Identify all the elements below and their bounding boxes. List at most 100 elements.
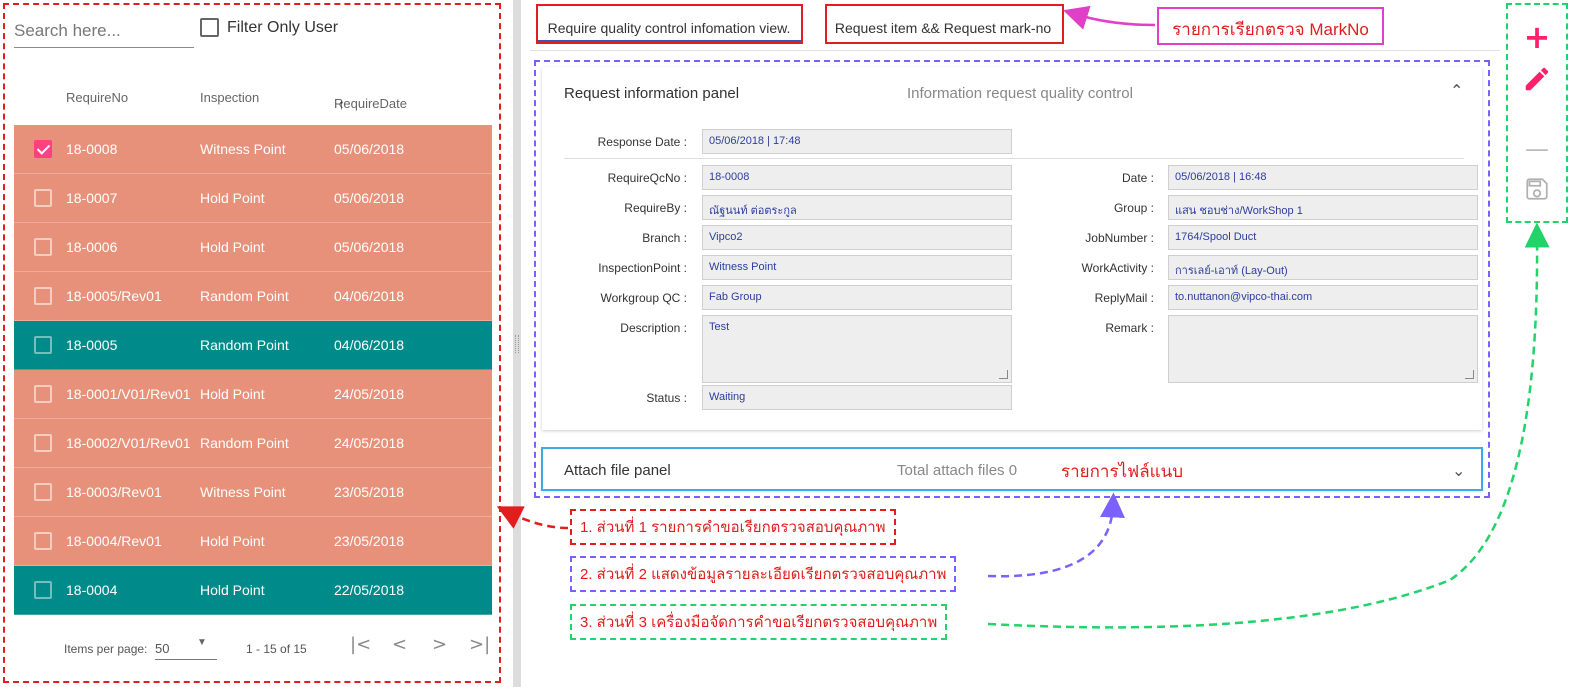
date-field[interactable]: 05/06/2018 | 16:48 xyxy=(1168,165,1478,190)
table-row[interactable]: 18-0003/Rev01 Witness Point 23/05/2018 xyxy=(14,468,492,517)
job-number-field[interactable]: 1764/Spool Duct xyxy=(1168,225,1478,250)
panel-title[interactable]: Request information panel xyxy=(564,85,739,102)
status-field[interactable]: Waiting xyxy=(702,385,1012,410)
annotation-markno-note: รายการเรียกตรวจ MarkNo xyxy=(1157,7,1384,45)
remark-field[interactable] xyxy=(1168,315,1478,383)
response-date-label: Response Date : xyxy=(597,135,687,149)
paginator: Items per page: 50 ▼ 1 - 15 of 15 |< < >… xyxy=(14,628,492,668)
table-row[interactable]: 18-0008 Witness Point 05/06/2018 xyxy=(14,125,492,174)
chevron-down-icon[interactable]: ⌄ xyxy=(1452,461,1465,481)
chevron-up-icon[interactable]: ⌃ xyxy=(1450,81,1463,101)
pencil-icon[interactable] xyxy=(1522,64,1552,94)
items-per-page-select[interactable]: 50 xyxy=(155,636,217,660)
attach-panel-description: Total attach files 0 xyxy=(897,462,1018,479)
require-by-field[interactable]: ณัฐนนท์ ต่อตระกูล xyxy=(702,195,1012,220)
require-qc-no-field[interactable]: 18-0008 xyxy=(702,165,1012,190)
branch-field[interactable]: Vipco2 xyxy=(702,225,1012,250)
response-date-field[interactable]: 05/06/2018 | 17:48 xyxy=(702,129,1012,154)
workgroup-qc-label: Workgroup QC : xyxy=(600,291,687,305)
status-label: Status : xyxy=(646,391,687,405)
chevron-down-icon: ▼ xyxy=(197,637,207,648)
require-list-panel: Filter Only User RequireNo Inspection Re… xyxy=(0,0,504,687)
row-require-date: 05/06/2018 xyxy=(334,141,405,157)
row-checkbox[interactable] xyxy=(34,336,52,354)
prev-page-icon[interactable]: < xyxy=(392,634,407,655)
row-inspection: Random Point xyxy=(200,435,289,451)
row-require-no: 18-0004 xyxy=(66,582,118,598)
row-checkbox[interactable] xyxy=(34,532,52,550)
row-require-date: 05/06/2018 xyxy=(334,190,405,206)
items-per-page-label: Items per page: xyxy=(64,642,148,656)
row-inspection: Hold Point xyxy=(200,582,265,598)
row-require-date: 23/05/2018 xyxy=(334,484,405,500)
sort-arrow-icon: ↑ xyxy=(338,96,345,112)
pencil-icon-svg xyxy=(1525,67,1549,91)
divider xyxy=(564,158,1464,159)
table-row[interactable]: 18-0004/Rev01 Hold Point 23/05/2018 xyxy=(14,517,492,566)
row-checkbox[interactable] xyxy=(34,238,52,256)
splitter-grip[interactable] xyxy=(515,335,519,353)
table-row[interactable]: 18-0005/Rev01 Random Point 04/06/2018 xyxy=(14,272,492,321)
annotation-attach-note: รายการไฟล์แนบ xyxy=(1061,462,1183,481)
row-require-no: 18-0006 xyxy=(66,239,118,255)
filter-only-user[interactable]: Filter Only User xyxy=(200,18,338,37)
table-row[interactable]: 18-0005 Random Point 04/06/2018 xyxy=(14,321,492,370)
date-label: Date : xyxy=(1121,171,1154,185)
plus-icon[interactable]: + xyxy=(1522,21,1552,53)
row-inspection: Hold Point xyxy=(200,386,265,402)
reply-mail-field[interactable]: to.nuttanon@vipco-thai.com xyxy=(1168,285,1478,310)
search-input[interactable] xyxy=(14,14,194,48)
page-range: 1 - 15 of 15 xyxy=(246,642,307,656)
table-row[interactable]: 18-0004 Hold Point 22/05/2018 xyxy=(14,566,492,615)
table-row[interactable]: 18-0002/V01/Rev01 Random Point 24/05/2018 xyxy=(14,419,492,468)
row-checkbox[interactable] xyxy=(34,189,52,207)
floppy-icon[interactable] xyxy=(1522,176,1552,206)
table-row[interactable]: 18-0006 Hold Point 05/06/2018 xyxy=(14,223,492,272)
inspection-point-label: InspectionPoint : xyxy=(598,261,687,275)
group-field[interactable]: แสน ชอบช่าง/WorkShop 1 xyxy=(1168,195,1478,220)
table-row[interactable]: 18-0001/V01/Rev01 Hold Point 24/05/2018 xyxy=(14,370,492,419)
items-per-page-value: 50 xyxy=(155,641,170,656)
annotation-part1-note: 1. ส่วนที่ 1 รายการคำขอเรียกตรวจสอบคุณภา… xyxy=(570,509,896,545)
annotation-part3-note: 3. ส่วนที่ 3 เครื่องมือจัดการคำขอเรียกตร… xyxy=(570,604,948,640)
row-checkbox[interactable] xyxy=(34,287,52,305)
remark-label: Remark : xyxy=(1105,321,1154,335)
action-toolbar: + — xyxy=(1508,4,1566,222)
row-inspection: Witness Point xyxy=(200,484,286,500)
tab-require-qc-view[interactable]: Require quality control infomation view. xyxy=(536,12,802,42)
work-activity-field[interactable]: การเลย์-เอาท์ (Lay-Out) xyxy=(1168,255,1478,280)
minus-icon[interactable]: — xyxy=(1522,134,1552,164)
row-require-date: 22/05/2018 xyxy=(334,582,405,598)
attach-file-panel[interactable]: Attach file panel Total attach files 0 ⌄ xyxy=(542,448,1482,490)
first-page-icon[interactable]: |< xyxy=(350,634,371,655)
row-checkbox[interactable] xyxy=(34,140,52,158)
col-header-requireno[interactable]: RequireNo xyxy=(66,90,128,105)
col-header-inspection[interactable]: Inspection xyxy=(200,90,259,105)
tab-request-item-markno[interactable]: Request item && Request mark-no xyxy=(824,12,1062,42)
row-inspection: Random Point xyxy=(200,288,289,304)
row-checkbox[interactable] xyxy=(34,581,52,599)
splitter[interactable] xyxy=(513,0,521,687)
table-row[interactable]: 18-0007 Hold Point 05/06/2018 xyxy=(14,174,492,223)
row-require-date: 24/05/2018 xyxy=(334,435,405,451)
row-require-date: 04/06/2018 xyxy=(334,288,405,304)
row-inspection: Witness Point xyxy=(200,141,286,157)
row-require-no: 18-0002/V01/Rev01 xyxy=(66,435,191,451)
row-require-date: 24/05/2018 xyxy=(334,386,405,402)
description-label: Description : xyxy=(620,321,687,335)
workgroup-qc-field[interactable]: Fab Group xyxy=(702,285,1012,310)
row-require-no: 18-0005/Rev01 xyxy=(66,288,162,304)
row-checkbox[interactable] xyxy=(34,483,52,501)
row-checkbox[interactable] xyxy=(34,434,52,452)
require-qc-no-label: RequireQcNo : xyxy=(607,171,687,185)
row-inspection: Hold Point xyxy=(200,239,265,255)
inspection-point-field[interactable]: Witness Point xyxy=(702,255,1012,280)
next-page-icon[interactable]: > xyxy=(432,634,447,655)
description-field[interactable]: Test xyxy=(702,315,1012,383)
row-checkbox[interactable] xyxy=(34,385,52,403)
last-page-icon[interactable]: >| xyxy=(469,634,490,655)
filter-checkbox[interactable] xyxy=(200,18,219,37)
branch-label: Branch : xyxy=(642,231,687,245)
row-inspection: Random Point xyxy=(200,337,289,353)
row-require-date: 04/06/2018 xyxy=(334,337,405,353)
